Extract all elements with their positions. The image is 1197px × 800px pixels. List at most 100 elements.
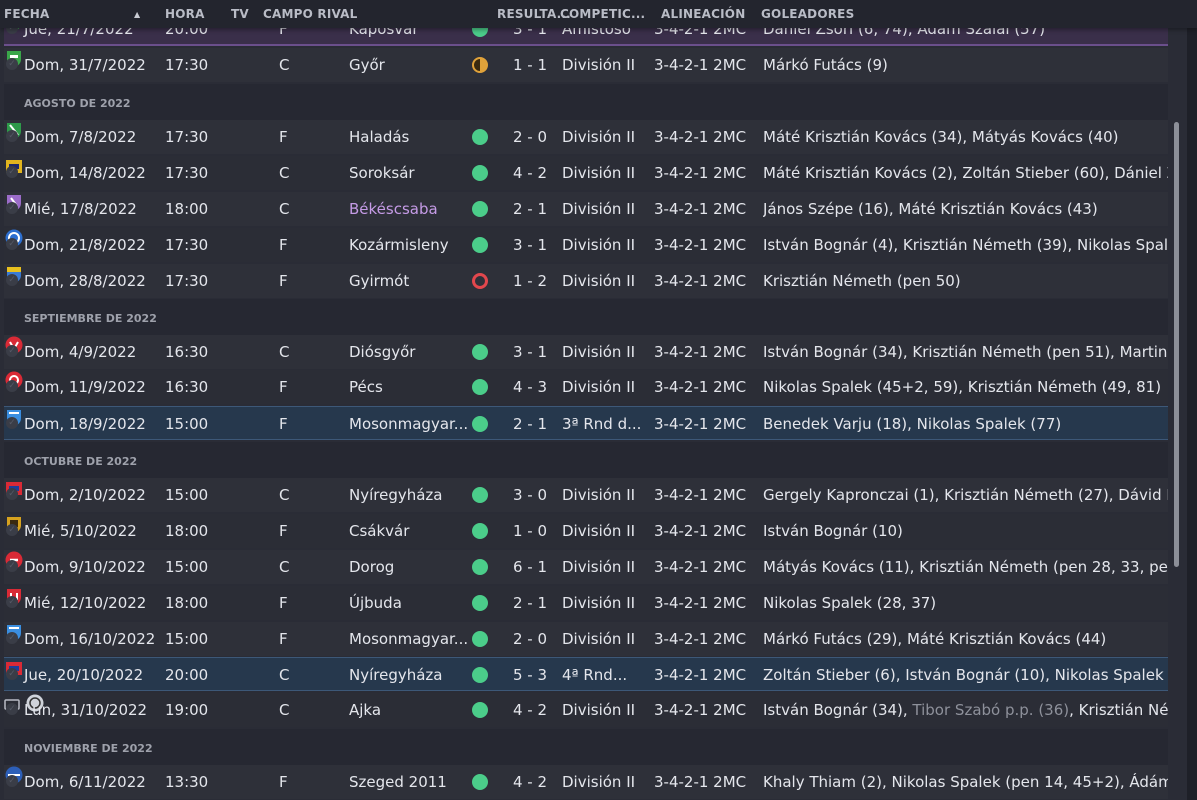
check-icon: ✓ <box>6 775 18 787</box>
row-venue: C <box>279 200 290 218</box>
section-label: AGOSTO DE 2022 <box>24 97 131 110</box>
row-team-link[interactable]: Békéscsaba <box>349 200 438 218</box>
check-icon: ✓ <box>6 166 18 178</box>
row-scorers: Gergely Kapronczai (1), Krisztián Németh… <box>763 486 1168 504</box>
row-result: 1 - 2 <box>513 272 548 290</box>
month-section-header: SEPTIEMBRE DE 2022 <box>4 299 1168 335</box>
fixture-row[interactable]: ✓ Dom, 7/8/2022 17:30 F Haladás 2 - 0 Di… <box>4 120 1168 154</box>
row-formation: 3-4-2-1 2MC <box>654 56 747 74</box>
check-icon: ✓ <box>6 58 18 70</box>
row-scorers: János Szépe (16), Máté Krisztián Kovács … <box>763 200 1098 218</box>
result-win-icon <box>472 201 488 217</box>
row-team-link[interactable]: Csákvár <box>349 522 409 540</box>
panel-edge <box>1187 28 1197 800</box>
col-header-goleadores[interactable]: GOLEADORES <box>761 7 854 21</box>
result-win-icon <box>472 165 488 181</box>
row-venue: C <box>279 343 290 361</box>
fixture-row[interactable]: ✓ Dom, 14/8/2022 17:30 C Soroksár 4 - 2 … <box>4 156 1168 190</box>
fixture-row[interactable]: ✓ Dom, 4/9/2022 16:30 C Diósgyőr 3 - 1 D… <box>4 335 1168 369</box>
row-competition: División II <box>562 200 636 218</box>
row-date: Lun, 31/10/2022 <box>24 701 148 719</box>
check-icon: ✓ <box>6 703 18 715</box>
row-time: 17:30 <box>165 272 209 290</box>
check-icon: ✓ <box>6 596 18 608</box>
section-label: SEPTIEMBRE DE 2022 <box>24 312 157 325</box>
fixture-row[interactable]: ✓ Lun, 31/10/2022 19:00 C Ajka 4 - 2 Div… <box>4 693 1168 727</box>
row-team-link[interactable]: Győr <box>349 56 385 74</box>
row-venue: C <box>279 164 290 182</box>
row-team-link[interactable]: Dorog <box>349 558 394 576</box>
row-team-link[interactable]: Mosonmagyar... <box>349 415 468 433</box>
row-time: 20:00 <box>165 666 209 684</box>
fixture-row[interactable]: ✓ Dom, 11/9/2022 16:30 F Pécs 4 - 3 Divi… <box>4 370 1168 404</box>
fixture-row[interactable]: ✓ Mié, 17/8/2022 18:00 C Békéscsaba 2 - … <box>4 192 1168 226</box>
fixture-row[interactable]: ✓ Jue, 20/10/2022 20:00 C Nyíregyháza 5 … <box>4 657 1168 691</box>
row-date: Mié, 17/8/2022 <box>24 200 137 218</box>
row-competition: 3ª Rnd d... <box>562 415 642 433</box>
fixture-row[interactable]: ✓ Dom, 9/10/2022 15:00 C Dorog 6 - 1 Div… <box>4 550 1168 584</box>
row-result: 3 - 1 <box>513 236 548 254</box>
row-formation: 3-4-2-1 2MC <box>654 594 747 612</box>
row-formation: 3-4-2-1 2MC <box>654 128 747 146</box>
fixture-row[interactable]: ✓ Dom, 2/10/2022 15:00 C Nyíregyháza 3 -… <box>4 478 1168 512</box>
col-header-campo-rival[interactable]: CAMPO RIVAL <box>263 7 358 21</box>
row-venue: C <box>279 701 290 719</box>
sort-asc-icon[interactable]: ▲ <box>134 10 140 19</box>
col-header-fecha[interactable]: FECHA <box>4 7 50 21</box>
own-goal-text: Tibor Szabó p.p. (36) <box>912 701 1070 719</box>
row-team-link[interactable]: Gyirmót <box>349 272 409 290</box>
result-win-icon <box>472 523 488 539</box>
row-time: 15:00 <box>165 558 209 576</box>
row-venue: C <box>279 666 290 684</box>
scrollbar-thumb[interactable] <box>1174 122 1179 567</box>
row-team-link[interactable]: Diósgyőr <box>349 343 415 361</box>
row-scorers: Nikolas Spalek (28, 37) <box>763 594 937 612</box>
row-result: 6 - 1 <box>513 558 548 576</box>
month-section-header: NOVIEMBRE DE 2022 <box>4 729 1168 765</box>
row-team-link[interactable]: Kozármisleny <box>349 236 449 254</box>
row-venue: F <box>279 415 288 433</box>
col-header-alineacion[interactable]: ALINEACIÓN <box>661 7 745 21</box>
row-team-link[interactable]: Ajka <box>349 701 381 719</box>
fixture-row[interactable]: ✓ Dom, 21/8/2022 17:30 F Kozármisleny 3 … <box>4 228 1168 262</box>
row-team-link[interactable]: Szeged 2011 <box>349 773 447 791</box>
row-time: 17:30 <box>165 56 209 74</box>
row-team-link[interactable]: Nyíregyháza <box>349 666 443 684</box>
row-venue: F <box>279 630 288 648</box>
row-time: 18:00 <box>165 200 209 218</box>
fixture-row[interactable]: ✓ Mié, 5/10/2022 18:00 F Csákvár 1 - 0 D… <box>4 514 1168 548</box>
row-date: Dom, 28/8/2022 <box>24 272 146 290</box>
row-competition: División II <box>562 773 636 791</box>
result-win-icon <box>472 237 488 253</box>
row-team-link[interactable]: Soroksár <box>349 164 415 182</box>
row-team-link[interactable]: Újbuda <box>349 594 402 612</box>
row-team-link[interactable]: Mosonmagyar... <box>349 630 468 648</box>
row-competition: División II <box>562 236 636 254</box>
row-scorers: Zoltán Stieber (6), István Bognár (10), … <box>763 666 1168 684</box>
col-header-tv[interactable]: TV <box>231 7 249 21</box>
fixture-row[interactable]: ✓ Dom, 28/8/2022 17:30 F Gyirmót 1 - 2 D… <box>4 264 1168 298</box>
row-venue: F <box>279 522 288 540</box>
result-win-icon <box>472 667 488 683</box>
row-date: Jue, 20/10/2022 <box>24 666 144 684</box>
col-header-hora[interactable]: HORA <box>165 7 205 21</box>
row-formation: 3-4-2-1 2MC <box>654 200 747 218</box>
row-date: Dom, 9/10/2022 <box>24 558 146 576</box>
row-team-link[interactable]: Haladás <box>349 128 409 146</box>
fixtures-list: ✓ Jue, 21/7/2022 20:00 F Kaposvár 3 - 1 … <box>0 0 1168 800</box>
fixture-row[interactable]: ✓ Dom, 18/9/2022 15:00 F Mosonmagyar... … <box>4 406 1168 440</box>
row-team-link[interactable]: Pécs <box>349 378 383 396</box>
fixture-row[interactable]: ✓ Dom, 31/7/2022 17:30 C Győr 1 - 1 Divi… <box>4 48 1168 82</box>
fixture-row[interactable]: ✓ Mié, 12/10/2022 18:00 F Újbuda 2 - 1 D… <box>4 586 1168 620</box>
fixture-row[interactable]: ✓ Dom, 6/11/2022 13:30 F Szeged 2011 4 -… <box>4 765 1168 799</box>
row-result: 3 - 1 <box>513 343 548 361</box>
col-header-competicion[interactable]: COMPETIC... <box>560 7 645 21</box>
row-formation: 3-4-2-1 2MC <box>654 236 747 254</box>
check-icon: ✓ <box>6 560 18 572</box>
row-venue: F <box>279 272 288 290</box>
fixture-row[interactable]: ✓ Dom, 16/10/2022 15:00 F Mosonmagyar...… <box>4 622 1168 656</box>
row-team-link[interactable]: Nyíregyháza <box>349 486 443 504</box>
row-scorers: István Bognár (4), Krisztián Németh (39)… <box>763 236 1168 254</box>
row-date: Dom, 21/8/2022 <box>24 236 146 254</box>
check-icon: ✓ <box>6 524 18 536</box>
